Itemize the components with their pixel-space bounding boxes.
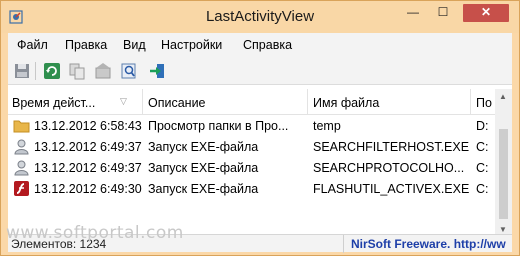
sort-arrow-icon: ▽ bbox=[120, 96, 127, 106]
properties-icon[interactable] bbox=[94, 62, 112, 80]
menu-bar: Файл Правка Вид Настройки Справка bbox=[8, 33, 512, 58]
status-divider bbox=[343, 235, 344, 253]
user-icon bbox=[14, 160, 29, 176]
close-button[interactable]: ✕ bbox=[463, 4, 509, 22]
cell-filename: temp bbox=[313, 119, 341, 133]
title-bar[interactable]: LastActivityView — ☐ ✕ bbox=[1, 1, 519, 33]
cell-description: Запуск EXE-файла bbox=[148, 140, 259, 154]
folder-icon bbox=[13, 120, 30, 133]
vertical-scrollbar[interactable]: ▲ ▼ bbox=[495, 89, 512, 238]
exit-icon[interactable] bbox=[148, 62, 166, 80]
minimize-button[interactable]: — bbox=[399, 4, 427, 22]
menu-file[interactable]: Файл bbox=[17, 38, 48, 52]
table-row[interactable]: 13.12.2012 6:49:37 Запуск EXE-файла SEAR… bbox=[8, 137, 512, 158]
column-header-filename-label: Имя файла bbox=[313, 96, 380, 110]
cell-filename: SEARCHFILTERHOST.EXE bbox=[313, 140, 470, 154]
menu-view[interactable]: Вид bbox=[123, 38, 146, 52]
nirsoft-link[interactable]: NirSoft Freeware. http://ww bbox=[351, 237, 506, 251]
copy-icon[interactable] bbox=[68, 62, 86, 80]
find-icon[interactable] bbox=[120, 62, 138, 80]
list-header: Время дейст... ▽ Описание Имя файла По bbox=[8, 89, 512, 115]
watermark: www.softportal.com bbox=[6, 223, 184, 243]
cell-description: Запуск EXE-файла bbox=[148, 161, 259, 175]
column-header-time-label: Время дейст... bbox=[12, 96, 96, 110]
toolbar-separator bbox=[35, 62, 36, 80]
toolbar bbox=[8, 58, 512, 85]
cell-time: 13.12.2012 6:49:37 bbox=[34, 161, 142, 175]
cell-filename: SEARCHPROTOCOLHO... bbox=[313, 161, 465, 175]
vertical-scroll-thumb[interactable] bbox=[499, 129, 508, 219]
refresh-icon[interactable] bbox=[43, 62, 61, 80]
maximize-button[interactable]: ☐ bbox=[429, 4, 457, 22]
table-row[interactable]: 13.12.2012 6:49:37 Запуск EXE-файла SEAR… bbox=[8, 158, 512, 179]
cell-path: D: bbox=[476, 119, 489, 133]
cell-time: 13.12.2012 6:58:43 bbox=[34, 119, 142, 133]
cell-time: 13.12.2012 6:49:30 bbox=[34, 182, 142, 196]
cell-path: C: bbox=[476, 140, 489, 154]
cell-filename: FLASHUTIL_ACTIVEX.EXE bbox=[313, 182, 470, 196]
client-area: Файл Правка Вид Настройки Справка Время … bbox=[8, 33, 512, 253]
cell-path: C: bbox=[476, 161, 489, 175]
save-icon[interactable] bbox=[13, 62, 31, 80]
cell-path: C: bbox=[476, 182, 489, 196]
menu-settings[interactable]: Настройки bbox=[161, 38, 222, 52]
cell-description: Просмотр папки в Про... bbox=[148, 119, 289, 133]
cell-time: 13.12.2012 6:49:37 bbox=[34, 140, 142, 154]
scroll-down-icon[interactable]: ▼ bbox=[499, 225, 507, 234]
column-header-filename[interactable]: Имя файла bbox=[309, 89, 471, 115]
menu-help[interactable]: Справка bbox=[243, 38, 292, 52]
menu-edit[interactable]: Правка bbox=[65, 38, 107, 52]
scroll-up-icon[interactable]: ▲ bbox=[499, 92, 507, 101]
column-header-description-label: Описание bbox=[148, 96, 206, 110]
flash-icon bbox=[14, 181, 29, 196]
column-header-description[interactable]: Описание bbox=[144, 89, 308, 115]
app-window: LastActivityView — ☐ ✕ Файл Правка Вид Н… bbox=[0, 0, 520, 256]
user-icon bbox=[14, 139, 29, 155]
table-row[interactable]: 13.12.2012 6:58:43 Просмотр папки в Про.… bbox=[8, 116, 512, 137]
column-header-path-label: По bbox=[476, 96, 492, 110]
cell-description: Запуск EXE-файла bbox=[148, 182, 259, 196]
column-header-path[interactable]: По bbox=[472, 89, 495, 115]
table-row[interactable]: 13.12.2012 6:49:30 Запуск EXE-файла FLAS… bbox=[8, 179, 512, 200]
activity-list[interactable]: Время дейст... ▽ Описание Имя файла По 1… bbox=[8, 89, 512, 236]
